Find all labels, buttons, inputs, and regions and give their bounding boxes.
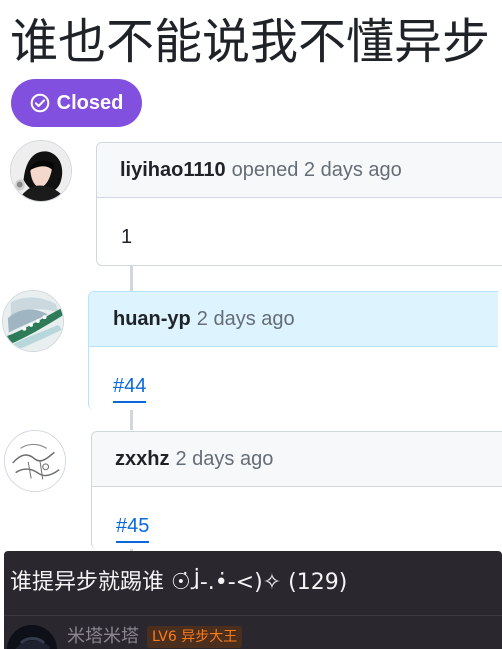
comment-header: liyihao1110 opened 2 days ago — [97, 143, 502, 198]
overlay-divider — [4, 615, 502, 616]
comment-body: #45 — [92, 487, 502, 543]
timeline-comment: liyihao1110 opened 2 days ago 1 — [96, 142, 502, 266]
user-level-badge: LV6 异步大王 — [147, 626, 243, 648]
overlay-chat-preview: 谁提异步就踢谁 ☉̇ɺ̇-.•̇-<)✧ (129) 米塔米塔 LV6 异步大王 — [4, 551, 502, 649]
reference-link[interactable]: #44 — [113, 375, 147, 403]
overlay-title: 谁提异步就踢谁 ☉̇ɺ̇-.•̇-<)✧ (129) — [10, 570, 348, 595]
comment-text: 1 — [121, 226, 133, 248]
comment-header: zxxhz 2 days ago — [92, 432, 502, 487]
avatar[interactable] — [4, 430, 66, 492]
issue-title: 谁也不能说我不懂异步 — [10, 14, 491, 70]
comment-body: #44 — [89, 347, 498, 403]
overlay-username: 米塔米塔 — [67, 626, 139, 647]
comment-timestamp: 2 days ago — [196, 307, 295, 330]
comment-timestamp: opened 2 days ago — [231, 158, 402, 181]
avatar[interactable] — [2, 290, 64, 352]
comment-body: 1 — [97, 198, 502, 249]
check-circle-icon — [30, 93, 50, 113]
comment-author[interactable]: zxxhz — [115, 448, 169, 471]
timeline-connector — [130, 410, 133, 430]
comment-author[interactable]: huan-yp — [113, 308, 191, 331]
timeline-reference-item: huan-yp 2 days ago #44 — [88, 291, 498, 410]
closed-status-badge: Closed — [11, 79, 142, 127]
reference-link[interactable]: #45 — [116, 515, 150, 543]
avatar[interactable] — [7, 625, 57, 649]
reference-label: #44 — [113, 375, 147, 397]
comment-author[interactable]: liyihao1110 — [120, 159, 226, 182]
avatar[interactable] — [10, 140, 72, 202]
comment-timestamp: 2 days ago — [175, 447, 274, 470]
status-label: Closed — [56, 91, 124, 114]
timeline-reference-item: zxxhz 2 days ago #45 — [91, 431, 502, 549]
comment-header: huan-yp 2 days ago — [89, 292, 498, 347]
reference-label: #45 — [116, 515, 150, 537]
timeline-connector — [130, 265, 133, 291]
